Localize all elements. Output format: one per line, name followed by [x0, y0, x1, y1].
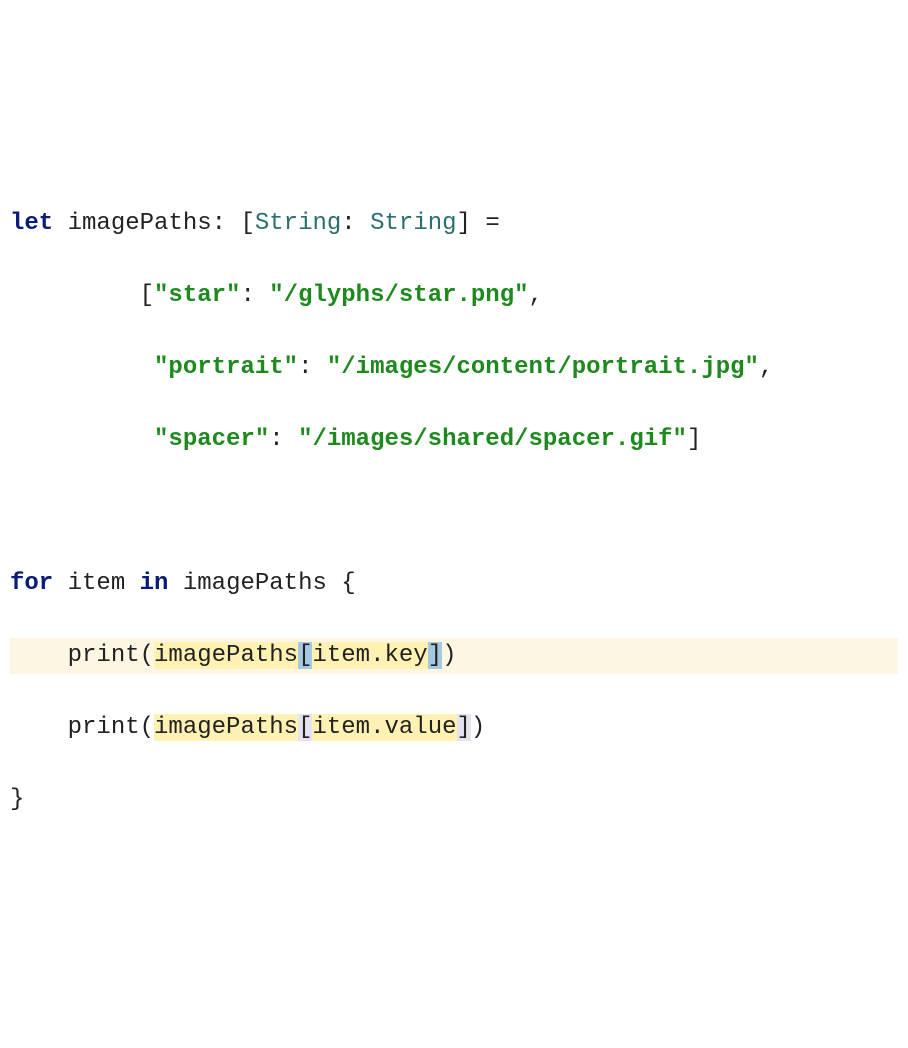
- punct-lbracket: [: [298, 642, 312, 669]
- punct-rbracket: ]: [428, 642, 442, 669]
- type-name: String: [255, 210, 341, 237]
- identifier: imagePaths: [183, 570, 327, 597]
- code-editor[interactable]: let imagePaths: [String: String] = ["sta…: [10, 170, 898, 854]
- code-line-highlighted: print(imagePaths[item.key]): [10, 638, 898, 674]
- punct-rparen: ): [442, 642, 456, 669]
- punct-rbracket: ]: [687, 426, 701, 453]
- member-expr: item.key: [312, 642, 427, 669]
- punct-lbracket: [: [140, 282, 154, 309]
- code-line: }: [10, 782, 898, 818]
- keyword-for: for: [10, 570, 53, 597]
- punct-colon: :: [240, 282, 254, 309]
- punct-colon: :: [341, 210, 355, 237]
- code-line-blank: [10, 494, 898, 530]
- string-literal: "portrait": [154, 354, 298, 381]
- string-literal: "star": [154, 282, 240, 309]
- punct-rbrace: }: [10, 786, 24, 813]
- code-line: ["star": "/glyphs/star.png",: [10, 278, 898, 314]
- punct-colon: :: [269, 426, 283, 453]
- keyword-in: in: [140, 570, 169, 597]
- punct-rbracket: ]: [457, 714, 471, 741]
- punct-lparen: (: [140, 714, 154, 741]
- string-literal: "/glyphs/star.png": [269, 282, 528, 309]
- punct-eq: =: [485, 210, 499, 237]
- identifier: imagePaths: [68, 210, 212, 237]
- identifier: imagePaths: [154, 642, 298, 669]
- punct-comma: ,: [759, 354, 773, 381]
- identifier: imagePaths: [154, 714, 298, 741]
- code-line: "spacer": "/images/shared/spacer.gif"]: [10, 422, 898, 458]
- punct-lbracket: [: [298, 714, 312, 741]
- punct-comma: ,: [529, 282, 543, 309]
- code-line: "portrait": "/images/content/portrait.jp…: [10, 350, 898, 386]
- member-expr: item.value: [312, 714, 456, 741]
- string-literal: "/images/shared/spacer.gif": [298, 426, 687, 453]
- punct-rparen: ): [471, 714, 485, 741]
- identifier: item: [68, 570, 126, 597]
- code-line: print(imagePaths[item.value]): [10, 710, 898, 746]
- func-call: print: [68, 714, 140, 741]
- string-literal: "spacer": [154, 426, 269, 453]
- type-name: String: [370, 210, 456, 237]
- punct-colon: :: [298, 354, 312, 381]
- keyword-let: let: [10, 210, 53, 237]
- punct-lbrace: {: [341, 570, 355, 597]
- func-call: print: [68, 642, 140, 669]
- code-line: for item in imagePaths {: [10, 566, 898, 602]
- punct-rbracket: ]: [457, 210, 471, 237]
- punct-lparen: (: [140, 642, 154, 669]
- code-line: let imagePaths: [String: String] =: [10, 206, 898, 242]
- punct-colon: :: [212, 210, 226, 237]
- punct-lbracket: [: [240, 210, 254, 237]
- string-literal: "/images/content/portrait.jpg": [327, 354, 759, 381]
